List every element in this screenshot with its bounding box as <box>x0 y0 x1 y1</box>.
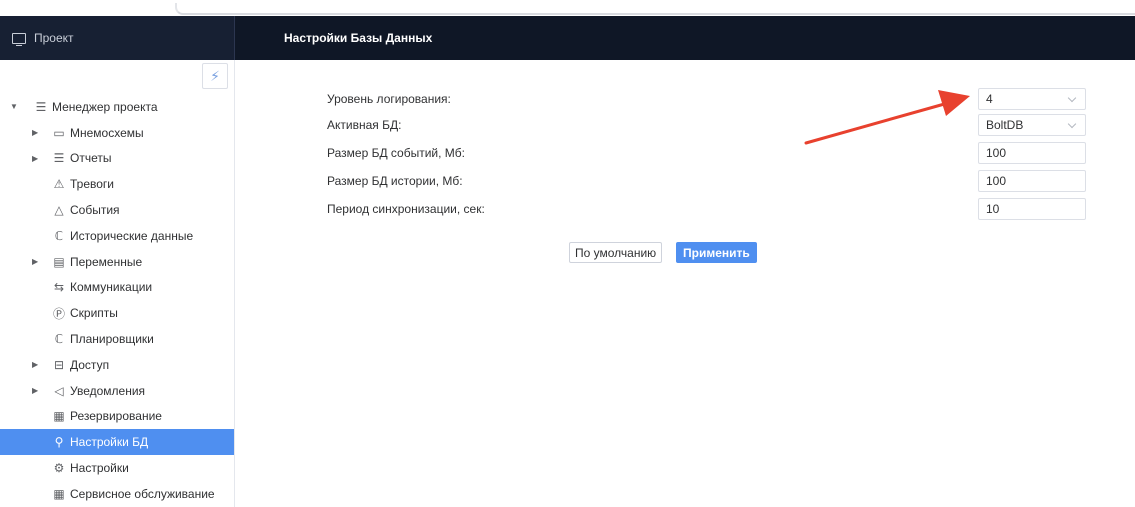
sidebar: ⚡ ▼ ☰ Менеджер проекта ▶ ▭ Мнемосхемы ▶ ☰ Отчеты… <box>0 60 235 507</box>
sidebar-item[interactable]: ▶ ▭ Мнемосхемы <box>0 120 234 146</box>
sidebar-item[interactable]: ⇆ Коммуникации <box>0 275 234 301</box>
field-value: BoltDB <box>986 118 1024 132</box>
sidebar-item[interactable]: △ События <box>0 197 234 223</box>
project-tree: ▼ ☰ Менеджер проекта ▶ ▭ Мнемосхемы ▶ ☰ Отчеты ⚠ Т… <box>0 94 234 507</box>
select-field[interactable]: BoltDB <box>978 114 1086 136</box>
lightning-button[interactable]: ⚡ <box>202 63 228 89</box>
sidebar-item[interactable]: ▶ ▤ Переменные <box>0 249 234 275</box>
sidebar-item-label: Настройки БД <box>70 435 149 450</box>
sidebar-item-label: Резервирование <box>70 409 162 424</box>
field-label: Активная БД <box>327 118 399 132</box>
megaphone-icon: ◁ <box>54 383 64 398</box>
mnemo-icon: ▭ <box>53 125 65 140</box>
sidebar-item-label: События <box>70 203 120 218</box>
sidebar-item-label: Отчеты <box>70 151 112 166</box>
lock-icon: ⊟ <box>53 357 65 372</box>
caret-right-icon[interactable]: ▶ <box>32 257 38 266</box>
sidebar-item-label: Тревоги <box>70 177 114 192</box>
caret-right-icon[interactable]: ▶ <box>32 360 38 369</box>
form-row: Уровень логирования: <box>327 88 451 110</box>
chevron-down-icon <box>1067 93 1077 103</box>
sidebar-item-label: Коммуникации <box>70 280 153 295</box>
report-icon: ☰ <box>53 151 65 166</box>
sidebar-item[interactable]: ▶ ◁ Уведомления <box>0 378 234 404</box>
sidebar-item[interactable]: ▦ Сервисное обслуживание <box>0 481 234 507</box>
field-label-colon: : <box>398 118 402 132</box>
scheduler-icon: ℂ <box>54 332 64 347</box>
db-settings-form: По умолчанию Применить Уровень логирован… <box>235 60 1135 507</box>
sidebar-item-label: Настройки <box>70 461 129 476</box>
sidebar-item-label: Уведомления <box>70 383 146 398</box>
field-label: Размер БД событий, Мб <box>327 146 462 160</box>
sidebar-item-label: Скрипты <box>70 306 118 321</box>
sidebar-item[interactable]: ℂ Исторические данные <box>0 223 234 249</box>
number-input[interactable]: 10 <box>978 198 1086 220</box>
field-label: Период синхронизации, сек <box>327 202 482 216</box>
field-value: 100 <box>986 146 1007 160</box>
default-button[interactable]: По умолчанию <box>569 242 663 263</box>
variables-icon: ▤ <box>53 254 65 269</box>
sidebar-header-title: Проект <box>34 31 74 45</box>
chevron-down-icon <box>1067 119 1077 129</box>
field-label-colon: : <box>461 146 466 160</box>
select-field[interactable]: 4 <box>978 88 1086 110</box>
page-title: Настройки Базы Данных <box>284 31 433 45</box>
document-list-icon: ☰ <box>35 99 47 114</box>
service-icon: ▦ <box>53 486 65 501</box>
field-value: 10 <box>986 202 1000 216</box>
sidebar-item-label: Доступ <box>70 357 110 372</box>
apply-button[interactable]: Применить <box>676 242 757 263</box>
caret-right-icon[interactable]: ▶ <box>32 386 38 395</box>
sidebar-item[interactable]: Ⓟ Скрипты <box>0 300 234 326</box>
field-label: Уровень логирования <box>327 92 448 106</box>
script-icon: Ⓟ <box>52 306 65 321</box>
sidebar-item[interactable]: ▶ ⊟ Доступ <box>0 352 234 378</box>
field-label-colon: : <box>459 174 463 188</box>
number-input[interactable]: 100 <box>978 142 1086 164</box>
sidebar-item[interactable]: ℂ Планировщики <box>0 326 234 352</box>
field-value: 4 <box>986 92 993 106</box>
form-row: Размер БД событий, Мб: <box>327 142 465 164</box>
monitor-icon <box>12 32 26 46</box>
wrench-icon: ⚲ <box>54 435 64 450</box>
sidebar-item[interactable]: ⚙ Настройки <box>0 455 234 481</box>
sidebar-item[interactable]: ⚠ Тревоги <box>0 171 234 197</box>
sidebar-item-label: Исторические данные <box>70 228 194 243</box>
sidebar-item[interactable]: ▶ ☰ Отчеты <box>0 146 234 172</box>
field-label-colon: : <box>481 202 485 216</box>
sidebar-item[interactable]: ▼ ☰ Менеджер проекта <box>0 94 234 120</box>
caret-right-icon[interactable]: ▶ <box>32 154 38 163</box>
tab-outline <box>175 3 1135 15</box>
backup-icon: ▦ <box>53 409 65 424</box>
alarm-icon: ⚠ <box>53 177 65 192</box>
sidebar-item-label: Менеджер проекта <box>52 99 158 114</box>
warning-triangle-icon: △ <box>54 203 64 218</box>
sidebar-item-label: Планировщики <box>70 332 154 347</box>
caret-right-icon[interactable]: ▶ <box>32 128 38 137</box>
field-label-colon: : <box>447 92 451 106</box>
sidebar-item-label: Переменные <box>70 254 143 269</box>
form-row: Активная БД: <box>327 114 401 136</box>
form-row: Размер БД истории, Мб: <box>327 170 463 192</box>
sidebar-item-label: Мнемосхемы <box>70 125 144 140</box>
sidebar-header: Проект <box>0 16 234 60</box>
sidebar-item[interactable]: ⚲ Настройки БД <box>0 429 234 456</box>
browser-top-strip <box>0 0 1135 16</box>
history-icon: ℂ <box>54 228 64 243</box>
lightning-icon: ⚡ <box>210 68 220 84</box>
form-row: Период синхронизации, сек: <box>327 198 485 220</box>
field-value: 100 <box>986 174 1007 188</box>
caret-down-icon[interactable]: ▼ <box>10 102 18 111</box>
gear-icon: ⚙ <box>53 461 65 476</box>
main-header: Настройки Базы Данных <box>235 16 1135 60</box>
number-input[interactable]: 100 <box>978 170 1086 192</box>
field-label: Размер БД истории, Мб <box>327 174 460 188</box>
connection-icon: ⇆ <box>53 280 65 295</box>
sidebar-item[interactable]: ▦ Резервирование <box>0 404 234 430</box>
sidebar-item-label: Сервисное обслуживание <box>70 486 215 501</box>
